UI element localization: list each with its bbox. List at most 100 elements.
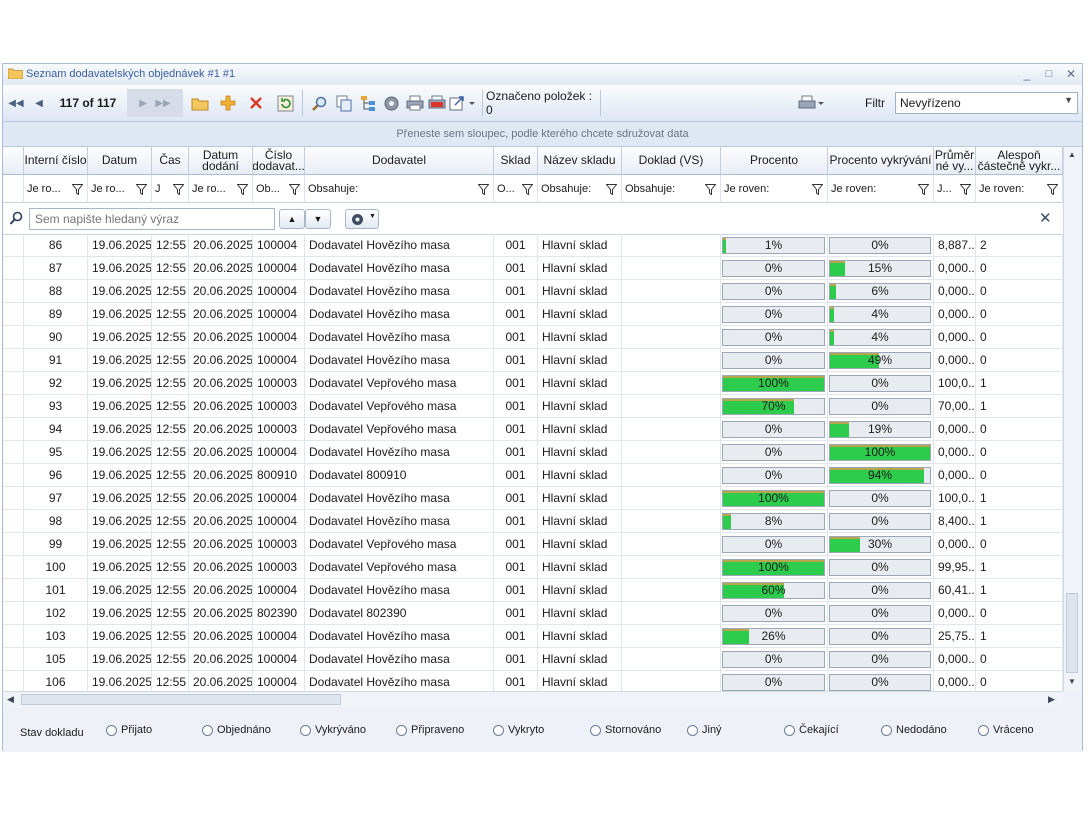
table-row[interactable]: 88 19.06.2025 12:55 20.06.2025 100004 Dodavat… [3,280,1063,303]
filter-funnel-icon[interactable] [237,184,248,195]
chevron-down-icon[interactable]: ▼ [1064,95,1073,105]
coverage-cell[interactable]: 94% [828,464,934,487]
column-header-date[interactable]: Datum [88,147,152,175]
row-indicator[interactable] [3,418,24,441]
radio-circle-icon[interactable] [202,724,213,736]
table-row[interactable]: 105 19.06.2025 12:55 20.06.2025 100004 Dodava… [3,648,1063,671]
scroll-left-icon[interactable]: ◀ [7,694,14,705]
coverage-cell[interactable]: 15% [828,257,934,280]
row-indicator[interactable] [3,533,24,556]
column-header-cover[interactable]: Procento vykrývání [828,147,934,175]
percent-cell[interactable]: 60% [721,579,828,602]
percent-cell[interactable]: 0% [721,648,828,671]
coverage-cell[interactable]: 6% [828,280,934,303]
vertical-scroll-thumb[interactable] [1066,593,1078,673]
horizontal-scrollbar[interactable]: ◀ ▶ [3,691,1063,708]
column-header-delivery[interactable]: Datum dodání [189,147,253,175]
percent-cell[interactable]: 0% [721,303,828,326]
row-indicator[interactable] [3,556,24,579]
table-row[interactable]: 90 19.06.2025 12:55 20.06.2025 100004 Dodavat… [3,326,1063,349]
radio-circle-icon[interactable] [396,724,407,736]
status-radio-1[interactable]: Objednáno [202,724,271,736]
column-header-store_name[interactable]: Název skladu [538,147,622,175]
column-header-partial[interactable]: Alespoň částečně vykr... [976,147,1063,175]
coverage-cell[interactable]: 0% [828,556,934,579]
filter-funnel-icon[interactable] [1047,184,1058,195]
row-indicator[interactable] [3,487,24,510]
table-row[interactable]: 91 19.06.2025 12:55 20.06.2025 100004 Dodavat… [3,349,1063,372]
filter-funnel-icon[interactable] [705,184,716,195]
coverage-cell[interactable]: 0% [828,579,934,602]
table-row[interactable]: 103 19.06.2025 12:55 20.06.2025 100004 Dodava… [3,625,1063,648]
column-filter-supplier[interactable]: Obsahuje: [305,175,494,203]
table-row[interactable]: 102 19.06.2025 12:55 20.06.2025 802390 Dodava… [3,602,1063,625]
column-header-time[interactable]: Čas [152,147,189,175]
column-filter-delivery[interactable]: Je ro... [189,175,253,203]
coverage-cell[interactable]: 0% [828,372,934,395]
settings-gear-icon[interactable] [380,92,402,114]
print-pdf-icon[interactable] [426,92,448,114]
column-filter-avg[interactable]: J... [934,175,976,203]
row-indicator[interactable] [3,349,24,372]
table-row[interactable]: 101 19.06.2025 12:55 20.06.2025 100004 Dodava… [3,579,1063,602]
percent-cell[interactable]: 8% [721,510,828,533]
filter-funnel-icon[interactable] [522,184,533,195]
filter-funnel-icon[interactable] [72,184,83,195]
table-row[interactable]: 94 19.06.2025 12:55 20.06.2025 100003 Dodavat… [3,418,1063,441]
percent-cell[interactable]: 100% [721,487,828,510]
status-radio-2[interactable]: Vykrýváno [300,724,366,736]
row-indicator[interactable] [3,280,24,303]
coverage-cell[interactable]: 0% [828,510,934,533]
percent-cell[interactable]: 0% [721,418,828,441]
row-indicator[interactable] [3,648,24,671]
filter-funnel-icon[interactable] [478,184,489,195]
search-close-icon[interactable]: ✕ [1039,209,1052,227]
column-header-doc[interactable]: Doklad (VS) [622,147,721,175]
column-filter-store[interactable]: O... [494,175,538,203]
percent-cell[interactable]: 0% [721,280,828,303]
filter-funnel-icon[interactable] [960,184,971,195]
coverage-cell[interactable]: 49% [828,349,934,372]
table-row[interactable]: 93 19.06.2025 12:55 20.06.2025 100003 Dodavat… [3,395,1063,418]
filter-funnel-icon[interactable] [918,184,929,195]
table-row[interactable]: 95 19.06.2025 12:55 20.06.2025 100004 Dodavat… [3,441,1063,464]
coverage-cell[interactable]: 30% [828,533,934,556]
close-button[interactable]: ✕ [1062,66,1080,82]
row-indicator[interactable] [3,234,24,257]
column-filter-partial[interactable]: Je roven: [976,175,1063,203]
filter-funnel-icon[interactable] [173,184,184,195]
tree-icon[interactable] [357,92,379,114]
filter-funnel-icon[interactable] [812,184,823,195]
delete-icon[interactable] [245,92,267,114]
row-indicator[interactable] [3,625,24,648]
status-radio-6[interactable]: Jiný [687,724,722,736]
status-radio-5[interactable]: Stornováno [590,724,661,736]
column-header-supplier[interactable]: Dodavatel [305,147,494,175]
column-filter-pct[interactable]: Je roven: [721,175,828,203]
coverage-cell[interactable]: 0% [828,648,934,671]
column-filter-id[interactable]: Je ro... [24,175,88,203]
copy-icon[interactable] [333,92,355,114]
coverage-cell[interactable]: 19% [828,418,934,441]
percent-cell[interactable]: 0% [721,441,828,464]
percent-cell[interactable]: 0% [721,671,828,691]
status-radio-4[interactable]: Vykryto [493,724,544,736]
search-prev-button[interactable]: ▲ [279,209,305,229]
coverage-cell[interactable]: 0% [828,671,934,691]
add-icon[interactable] [217,92,239,114]
table-row[interactable]: 89 19.06.2025 12:55 20.06.2025 100004 Dodavat… [3,303,1063,326]
radio-circle-icon[interactable] [493,724,504,736]
percent-cell[interactable]: 0% [721,257,828,280]
row-indicator[interactable] [3,671,24,691]
coverage-cell[interactable]: 0% [828,395,934,418]
column-header-store[interactable]: Sklad [494,147,538,175]
find-icon[interactable] [308,92,330,114]
status-radio-0[interactable]: Přijato [106,724,152,736]
filter-funnel-icon[interactable] [606,184,617,195]
search-input[interactable] [29,208,275,230]
column-header-avg[interactable]: Průměr né vy... [934,147,976,175]
table-row[interactable]: 106 19.06.2025 12:55 20.06.2025 100004 Dodava… [3,671,1063,691]
print-menu-icon[interactable] [797,92,827,114]
row-indicator[interactable] [3,579,24,602]
row-indicator[interactable] [3,464,24,487]
